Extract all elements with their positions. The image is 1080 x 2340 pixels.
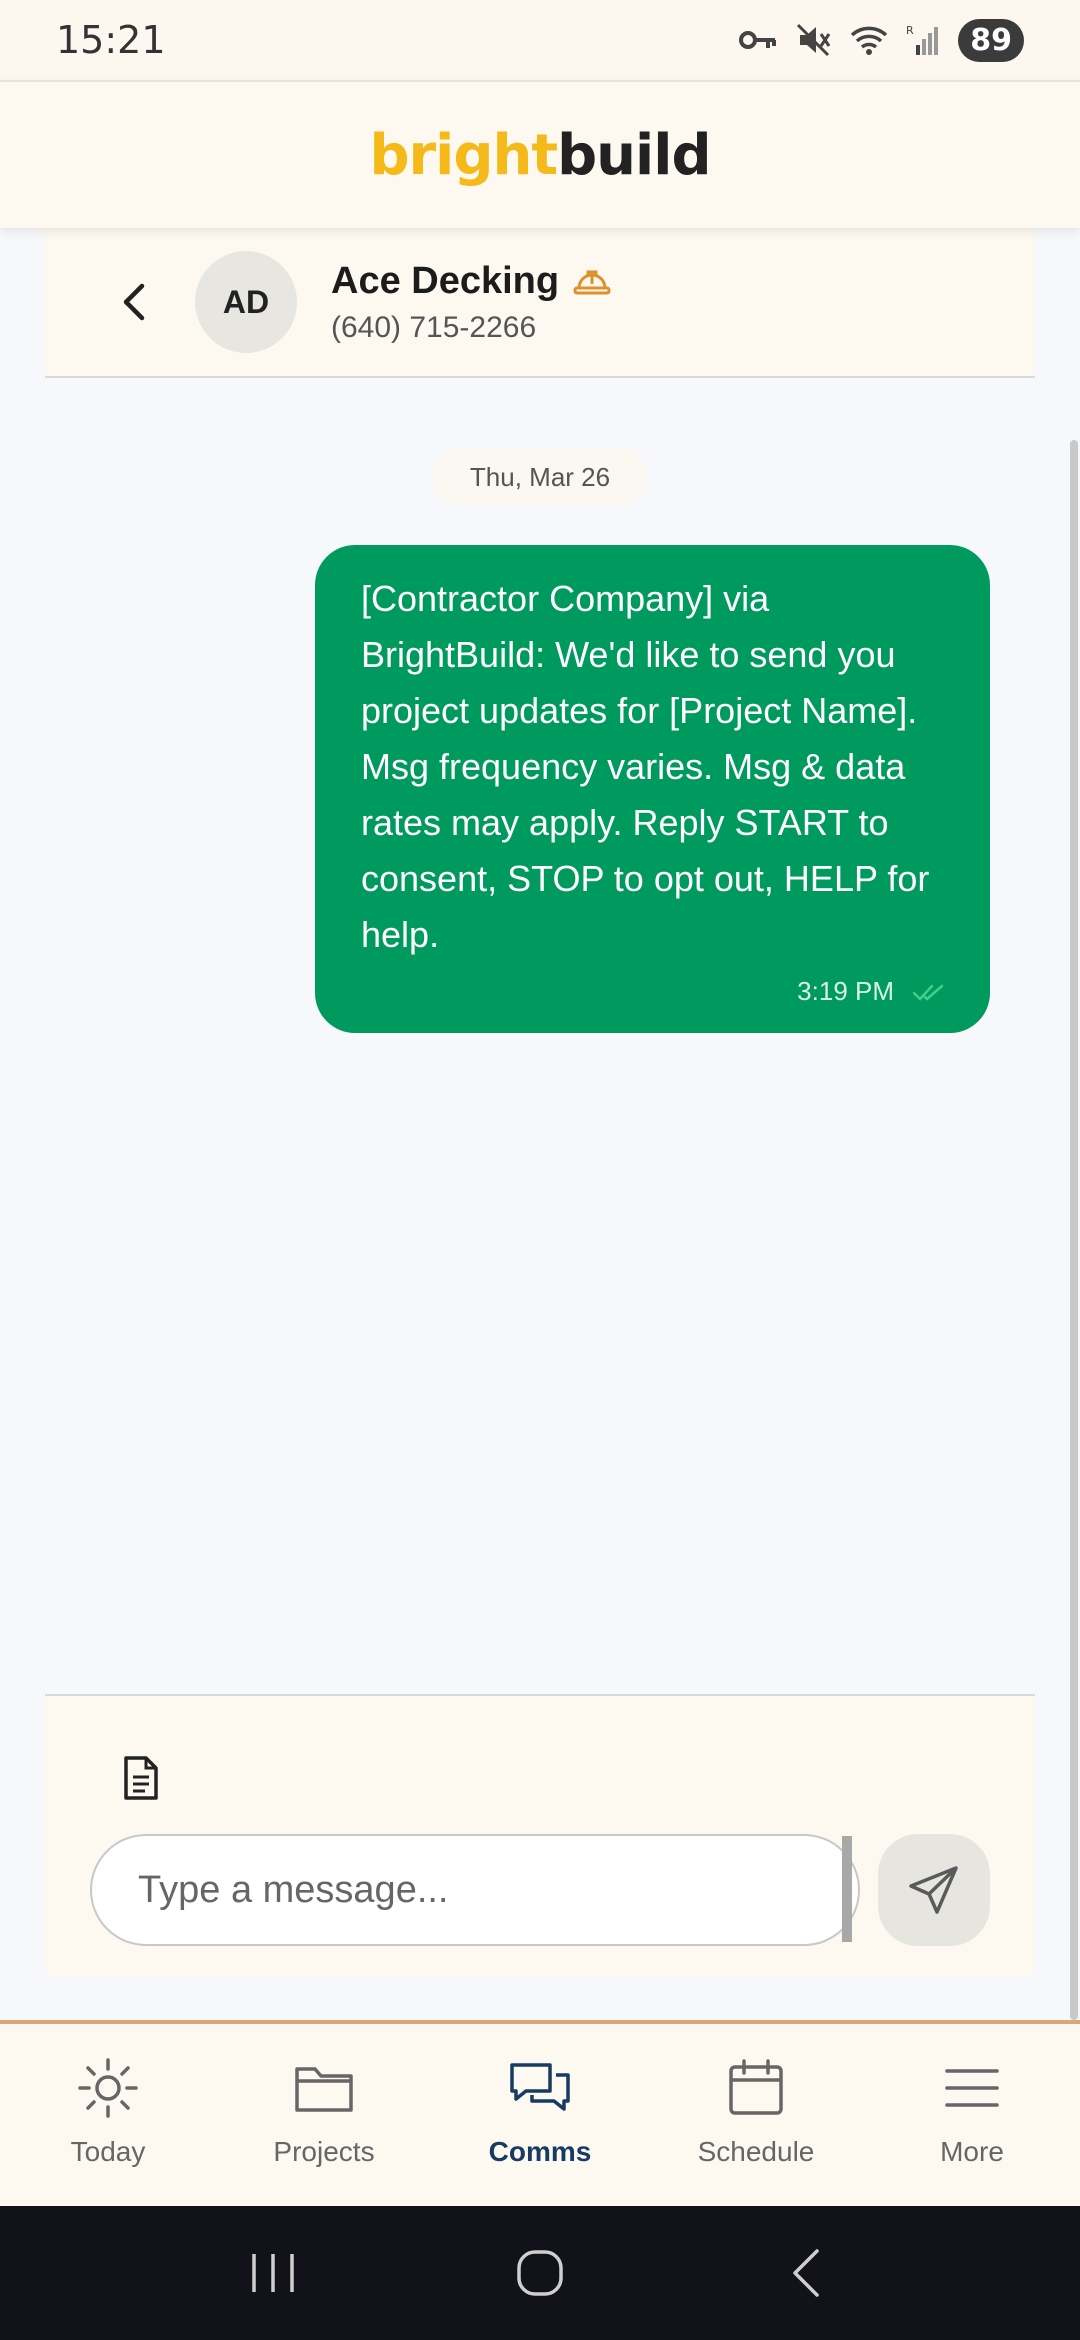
vpn-key-icon	[739, 31, 777, 49]
sun-icon	[78, 2058, 138, 2118]
wifi-icon	[851, 26, 888, 55]
back-arrow-icon	[792, 2249, 819, 2297]
home-icon	[517, 2250, 563, 2296]
battery-indicator: 89	[958, 18, 1024, 62]
contact-name: Ace Decking	[331, 259, 560, 302]
nav-label-today: Today	[70, 2136, 146, 2167]
date-separator: Thu, Mar 26	[432, 448, 648, 506]
menu-icon	[945, 2069, 999, 2107]
calendar-icon	[729, 2059, 783, 2115]
back-button[interactable]	[85, 252, 185, 352]
folder-icon	[295, 2067, 353, 2112]
system-nav	[0, 2206, 1080, 2340]
chevron-left-icon	[123, 283, 145, 321]
text-cursor-handle	[842, 1836, 852, 1942]
mute-icon	[797, 23, 831, 57]
scrollbar[interactable]	[1070, 440, 1078, 2020]
double-check-icon	[912, 984, 944, 1001]
message-bubble-outgoing[interactable]: [Contractor Company] via BrightBuild: We…	[315, 545, 990, 1033]
nav-item-more[interactable]: More	[864, 2024, 1080, 2206]
bottom-nav: Today Projects Comms Schedule More	[0, 2020, 1080, 2206]
nav-label-comms: Comms	[488, 2136, 592, 2167]
status-time: 15:21	[56, 18, 166, 62]
home-button[interactable]	[480, 2223, 600, 2323]
message-text: [Contractor Company] via BrightBuild: We…	[361, 578, 930, 955]
composer	[45, 1694, 1035, 1976]
signal-icon: R	[906, 24, 939, 55]
send-icon	[909, 1866, 958, 1914]
contact-info: Ace Decking (640) 715-2266	[331, 260, 611, 345]
system-back-button[interactable]	[747, 2223, 867, 2323]
nav-item-projects[interactable]: Projects	[216, 2024, 432, 2206]
send-button[interactable]	[878, 1834, 990, 1946]
hard-hat-icon	[573, 270, 611, 295]
recent-apps-icon	[252, 2254, 295, 2292]
app-header: brightbuild	[0, 80, 1080, 228]
message-input[interactable]	[90, 1834, 860, 1946]
chat-bubbles-icon	[510, 2063, 570, 2111]
message-time: 3:19 PM	[797, 976, 894, 1006]
document-icon	[124, 1756, 158, 1800]
brightbuild-logo[interactable]: brightbuild	[369, 123, 711, 188]
nav-label-projects: Projects	[273, 2136, 375, 2167]
status-icons: R 89	[738, 18, 1024, 62]
contact-phone: (640) 715-2266	[331, 310, 537, 344]
nav-label-more: More	[940, 2136, 1004, 2167]
avatar: AD	[195, 251, 297, 353]
nav-label-schedule: Schedule	[697, 2136, 815, 2167]
nav-item-schedule[interactable]: Schedule	[648, 2024, 864, 2206]
message-meta: 3:19 PM	[797, 976, 946, 1007]
recent-apps-button[interactable]	[213, 2223, 333, 2323]
contact-header: AD Ace Decking (640) 715-2266	[45, 228, 1035, 378]
svg-text:R: R	[906, 24, 914, 37]
nav-item-today[interactable]: Today	[0, 2024, 216, 2206]
status-bar: 15:21 R 89	[0, 0, 1080, 80]
nav-item-comms[interactable]: Comms	[432, 2024, 648, 2206]
template-button[interactable]	[113, 1748, 169, 1808]
